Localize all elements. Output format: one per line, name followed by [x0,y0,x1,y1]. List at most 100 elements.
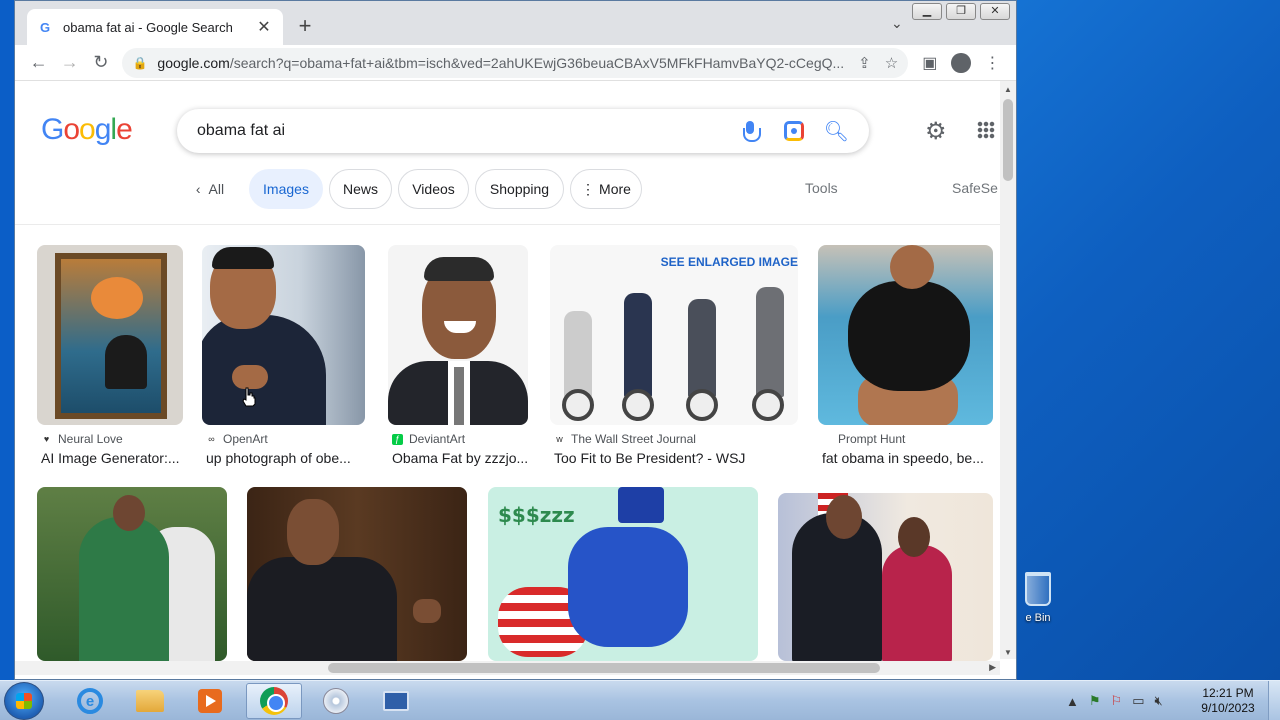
taskbar-internet-explorer[interactable]: e [62,683,118,719]
chip-more[interactable]: ⋮ More [570,169,642,209]
taskbar-remote-desktop[interactable] [368,683,424,719]
scroll-down-arrow-icon[interactable]: ▼ [1000,648,1016,657]
vertical-scrollbar[interactable]: ▲ ▼ [1000,81,1016,659]
search-box[interactable]: obama fat ai 🔍︎ [177,109,869,153]
back-button[interactable]: ← [23,47,54,79]
voice-search-mic-icon[interactable] [742,121,761,142]
result-source-label: DeviantArt [409,432,466,446]
desktop-edge [0,0,14,680]
chip-shopping[interactable]: Shopping [475,169,564,209]
wsj-icon: w [556,433,563,444]
tab-title: obama fat ai - Google Search [63,19,233,35]
result-thumbnail[interactable] [37,245,183,425]
google-logo[interactable]: Google [41,113,133,147]
result-thumbnail[interactable]: $$$zzz [488,487,758,661]
chip-videos[interactable]: Videos [398,169,469,209]
result-source-label: OpenArt [223,432,268,446]
safesearch-button[interactable]: SafeSe [952,180,998,196]
result-thumbnail[interactable] [778,493,993,661]
side-panel-icon[interactable]: ▣ [914,53,945,73]
chip-all[interactable]: ‹ All [187,169,233,209]
horizontal-scrollbar[interactable]: ▶ [15,661,1000,675]
recycle-bin-label: e Bin [1025,612,1051,624]
more-dots-icon: ⋮ [581,180,596,197]
new-tab-button[interactable]: + [293,15,317,37]
search-input[interactable]: obama fat ai [197,122,742,140]
result-caption[interactable]: AI Image Generator:... [41,450,183,466]
result-thumbnail[interactable] [818,245,993,425]
result-source[interactable]: ƒ DeviantArt [392,432,465,446]
result-caption[interactable]: Obama Fat by zzzjo... [392,450,530,466]
chrome-icon [260,687,288,715]
taskbar-file-explorer[interactable] [122,683,178,719]
profile-avatar-icon[interactable] [951,52,971,73]
start-button[interactable] [4,682,44,720]
result-thumbnail[interactable] [247,487,467,661]
remote-desktop-icon [383,691,409,711]
taskbar-clock[interactable]: 12:21 PM 9/10/2023 [1196,686,1260,716]
result-caption[interactable]: Too Fit to Be President? - WSJ [554,450,800,466]
openart-infinity-icon: ∞ [208,433,215,444]
google-apps-grid-icon[interactable] [977,121,995,139]
restore-button[interactable]: ❐ [946,3,976,20]
address-bar[interactable]: 🔒 google.com/search?q=obama+fat+ai&tbm=i… [122,47,909,78]
minimize-button[interactable]: ▁ [912,3,942,20]
taskbar-chrome[interactable] [246,683,302,719]
result-source[interactable]: w The Wall Street Journal [554,432,696,446]
chip-images[interactable]: Images [249,169,323,209]
network-monitor-icon[interactable]: ▭ [1132,693,1144,709]
share-icon[interactable]: ⇪ [858,54,871,72]
internet-explorer-icon: e [77,688,103,714]
result-source[interactable]: Prompt Hunt [838,432,905,446]
close-window-button[interactable]: ✕ [980,3,1010,20]
active-tab[interactable]: G obama fat ai - Google Search ✕ [27,9,283,45]
url-path: /search?q=obama+fat+ai&tbm=isch&ved=2ahU… [229,54,845,71]
hand-cursor-icon [242,387,256,407]
recycle-bin-icon[interactable]: e Bin [1008,572,1068,624]
recycle-bin-graphic [1025,572,1051,606]
result-caption[interactable]: up photograph of obe... [206,450,356,466]
result-source[interactable]: ♥ Neural Love [41,432,123,446]
result-thumbnail[interactable]: SEE ENLARGED IMAGE [550,245,798,425]
show-hidden-icons-arrow-icon[interactable]: ▲ [1066,694,1079,709]
vertical-scroll-thumb[interactable] [1003,99,1013,181]
taskbar-media-player[interactable] [182,683,238,719]
url-domain: google.com [157,54,230,71]
scroll-up-arrow-icon[interactable]: ▲ [1000,85,1016,94]
network-status-icon[interactable]: ⚑ [1089,693,1101,709]
show-desktop-button[interactable] [1268,681,1280,720]
reload-button[interactable]: ↻ [85,47,116,79]
bookmark-star-icon[interactable]: ☆ [885,54,898,72]
taskbar: e ▲ ⚑ ⚐ ▭ 🔇︎ 12:21 PM 9/10/2023 [0,680,1280,720]
result-thumbnail[interactable] [388,245,528,425]
result-caption[interactable]: fat obama in speedo, be... [822,450,994,466]
browser-menu-icon[interactable]: ⋮ [977,53,1008,73]
system-tray: ▲ ⚑ ⚐ ▭ 🔇︎ [1066,681,1163,720]
scroll-right-arrow-icon[interactable]: ▶ [989,662,996,673]
browser-window: G obama fat ai - Google Search ✕ + ⌄ ▁ ❐… [14,0,1017,680]
google-lens-icon[interactable] [783,121,804,141]
horizontal-scroll-thumb[interactable] [328,663,880,673]
action-center-flag-icon[interactable]: ⚐ [1111,693,1123,709]
search-magnifier-icon[interactable]: 🔍︎ [824,119,849,144]
media-player-icon [198,689,222,713]
tab-search-chevron-icon[interactable]: ⌄ [891,15,903,32]
forward-button[interactable]: → [54,47,85,79]
chevron-left-icon: ‹ [195,181,201,197]
result-source-label: The Wall Street Journal [571,432,696,446]
result-thumbnail[interactable] [202,245,365,425]
result-source[interactable]: ∞ OpenArt [206,432,268,446]
tab-close-icon[interactable]: ✕ [255,17,273,37]
result-thumbnail[interactable] [37,487,227,661]
volume-muted-icon[interactable]: 🔇︎ [1154,693,1162,709]
result-source-label: Prompt Hunt [838,432,906,446]
settings-gear-icon[interactable]: ⚙ [925,117,947,146]
taskbar-media-center[interactable] [308,683,364,719]
chip-news[interactable]: News [329,169,392,209]
url-text[interactable]: google.com/search?q=obama+fat+ai&tbm=isc… [157,55,844,71]
logo-letter: g [94,113,112,146]
folder-icon [136,690,164,712]
lock-icon[interactable]: 🔒 [132,56,147,70]
windows-logo-icon [16,693,32,709]
tools-button[interactable]: Tools [805,180,838,196]
